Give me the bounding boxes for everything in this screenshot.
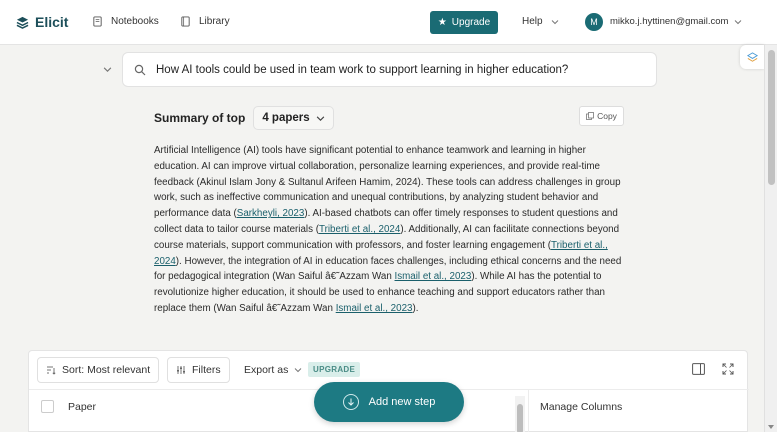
- nav-library-label: Library: [199, 16, 230, 27]
- copy-button[interactable]: Copy: [579, 106, 624, 126]
- chevron-down-icon: [295, 368, 302, 373]
- summary-segment: ).: [412, 302, 419, 314]
- layers-icon: [746, 51, 758, 62]
- export-upgrade-badge[interactable]: UPGRADE: [308, 362, 361, 377]
- summary-header: Summary of top 4 papers: [154, 106, 334, 130]
- logo-text: Elicit: [35, 14, 69, 30]
- export-label: Export as: [244, 364, 289, 376]
- papers-count-value: 4 papers: [262, 112, 310, 124]
- citation-link[interactable]: Ismail et al., 2023: [336, 303, 413, 314]
- citation-link[interactable]: Sarkheyli, 2023: [237, 208, 305, 219]
- scroll-down-arrow-icon[interactable]: [768, 425, 774, 429]
- sort-icon: [47, 366, 56, 375]
- table-scrollbar-thumb[interactable]: [517, 404, 523, 432]
- citation-link[interactable]: Ismail et al., 2023: [395, 271, 472, 282]
- page-scrollbar[interactable]: [764, 45, 777, 432]
- filters-label: Filters: [192, 364, 221, 376]
- search-icon: [134, 64, 146, 75]
- nav-library[interactable]: Library: [180, 16, 230, 27]
- nav-notebooks-label: Notebooks: [111, 16, 159, 27]
- select-all-checkbox[interactable]: [41, 400, 54, 413]
- upgrade-label: Upgrade: [451, 17, 491, 28]
- notebook-icon: [93, 16, 102, 27]
- elicit-logo[interactable]: Elicit: [16, 14, 68, 30]
- elicit-logo-icon: [16, 16, 29, 29]
- filters-button[interactable]: Filters: [167, 357, 230, 383]
- upgrade-button[interactable]: ★ Upgrade: [430, 11, 498, 34]
- chevron-down-icon: [316, 115, 324, 121]
- arrow-down-circle-icon: [342, 394, 359, 410]
- manage-columns-header[interactable]: Manage Columns: [540, 401, 622, 413]
- search-query-box[interactable]: How AI tools could be used in team work …: [122, 52, 657, 87]
- column-header-paper[interactable]: Paper: [68, 401, 96, 413]
- page-scrollbar-thumb[interactable]: [768, 50, 775, 185]
- avatar[interactable]: M: [585, 13, 603, 31]
- citation-link[interactable]: Triberti et al., 2024: [319, 224, 400, 235]
- star-icon: ★: [437, 17, 447, 28]
- export-button[interactable]: Export as: [236, 357, 311, 383]
- library-icon: [181, 16, 190, 27]
- help-label: Help: [522, 16, 543, 27]
- account-email: mikko.j.hyttinen@gmail.com: [610, 16, 729, 27]
- add-new-step-button[interactable]: Add new step: [314, 382, 464, 422]
- copy-label: Copy: [597, 111, 617, 121]
- column-divider: [528, 390, 529, 432]
- search-query-text: How AI tools could be used in team work …: [156, 63, 569, 76]
- papers-count-select[interactable]: 4 papers: [253, 106, 334, 130]
- summary-text: Artificial Intelligence (AI) tools have …: [154, 143, 630, 317]
- top-header: Elicit Notebooks Library ★ Upgrade Help …: [0, 0, 777, 45]
- sort-button[interactable]: Sort: Most relevant: [37, 357, 160, 383]
- add-new-step-label: Add new step: [368, 396, 436, 408]
- sort-label: Sort: Most relevant: [62, 364, 151, 376]
- collapse-chevron-icon[interactable]: [103, 65, 112, 74]
- table-scrollbar[interactable]: [515, 396, 525, 432]
- nav-notebooks[interactable]: Notebooks: [92, 16, 159, 27]
- expand-icon[interactable]: [722, 363, 734, 375]
- chevron-down-icon: [735, 19, 742, 24]
- filter-sliders-icon: [177, 366, 185, 374]
- assistant-widget-button[interactable]: [740, 45, 764, 69]
- summary-label: Summary of top: [154, 111, 246, 125]
- side-panel-icon[interactable]: [692, 363, 705, 375]
- account-menu[interactable]: mikko.j.hyttinen@gmail.com: [610, 16, 742, 27]
- help-menu[interactable]: Help: [522, 16, 559, 27]
- copy-icon: [586, 112, 594, 120]
- chevron-down-icon: [551, 19, 558, 24]
